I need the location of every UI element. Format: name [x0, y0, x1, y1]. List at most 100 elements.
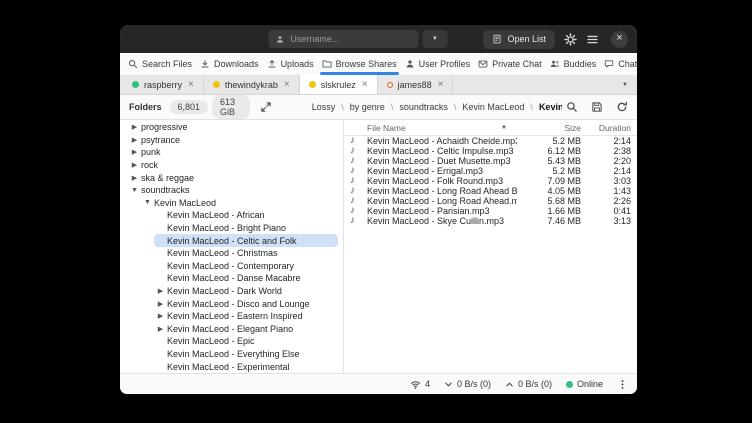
breadcrumb-item[interactable]: Kevin MacLeod	[462, 102, 524, 112]
file-row[interactable]: ♪Kevin MacLeod - Celtic Impulse.mp36.12 …	[344, 146, 637, 156]
tree-item-progressive[interactable]: ▶progressive	[120, 121, 343, 134]
file-row[interactable]: ♪Kevin MacLeod - Folk Round.mp37.09 MB3:…	[344, 176, 637, 186]
tree-item-kevin-macleod[interactable]: ▼Kevin MacLeod	[120, 197, 343, 210]
tab-downloads[interactable]: Downloads	[196, 53, 263, 75]
tree-row-body: ▶punk	[128, 146, 338, 159]
column-header-duration[interactable]: Duration	[581, 123, 631, 133]
buddies-icon	[550, 59, 560, 69]
user-tab-thewindykrab[interactable]: thewindykrab×	[204, 75, 300, 94]
user-tabbar: raspberry×thewindykrab×slskrulez×james88…	[120, 75, 637, 95]
person-icon	[405, 59, 415, 69]
tree-item-kevin-macleod-danse-macabre[interactable]: Kevin MacLeod - Danse Macabre	[120, 272, 343, 285]
tree-item-punk[interactable]: ▶punk	[120, 146, 343, 159]
file-row[interactable]: ♪Kevin MacLeod - Long Road Ahead.mp35.68…	[344, 196, 637, 206]
tree-item-kevin-macleod-african[interactable]: Kevin MacLeod - African	[120, 209, 343, 222]
tab-chat-rooms[interactable]: Chat Rooms	[600, 53, 637, 75]
file-row[interactable]: ♪Kevin MacLeod - Skye Cuillin.mp37.46 MB…	[344, 216, 637, 226]
tab-user-profiles[interactable]: User Profiles	[401, 53, 475, 75]
window-close-button[interactable]: ×	[611, 31, 628, 48]
tree-item-kevin-macleod-eastern-inspired[interactable]: ▶Kevin MacLeod - Eastern Inspired	[120, 310, 343, 323]
gear-icon[interactable]	[564, 33, 577, 46]
folder-label: Kevin MacLeod - Eastern Inspired	[167, 311, 303, 321]
tree-item-kevin-macleod-contemporary[interactable]: Kevin MacLeod - Contemporary	[120, 260, 343, 273]
folder-label: psytrance	[141, 135, 180, 145]
triangle-right-icon[interactable]: ▶	[128, 148, 141, 156]
tree-item-kevin-macleod-christmas[interactable]: Kevin MacLeod - Christmas	[120, 247, 343, 260]
connection-status[interactable]: Online	[566, 379, 603, 389]
tree-item-kevin-macleod-disco-and-lounge[interactable]: ▶Kevin MacLeod - Disco and Lounge	[120, 297, 343, 310]
tree-item-psytrance[interactable]: ▶psytrance	[120, 134, 343, 147]
user-tab-slskrulez[interactable]: slskrulez ×	[300, 75, 378, 94]
tab-browse-shares[interactable]: Browse Shares	[318, 53, 401, 75]
file-row[interactable]: ♪Kevin MacLeod - Duet Musette.mp35.43 MB…	[344, 156, 637, 166]
file-row[interactable]: ♪Kevin MacLeod - Parisian.mp31.66 MB0:41	[344, 206, 637, 216]
breadcrumb-item[interactable]: soundtracks	[399, 102, 448, 112]
triangle-right-icon[interactable]: ▶	[128, 174, 141, 182]
triangle-right-icon[interactable]: ▶	[154, 312, 167, 320]
breadcrumb-current[interactable]: Kevin MacLeod - Celtic and Folk▼	[539, 102, 562, 112]
triangle-down-icon[interactable]: ▼	[128, 187, 141, 194]
open-list-button[interactable]: Open List	[483, 30, 555, 49]
status-away-icon	[213, 81, 220, 88]
column-header-file-name[interactable]: File Name ▼	[350, 123, 517, 133]
tree-item-kevin-macleod-celtic-and-folk[interactable]: Kevin MacLeod - Celtic and Folk	[120, 234, 343, 247]
user-tab-label: slskrulez	[321, 80, 356, 90]
refresh-button[interactable]	[616, 101, 628, 113]
triangle-right-icon[interactable]: ▶	[128, 123, 141, 131]
hamburger-menu-icon[interactable]	[586, 33, 599, 46]
user-tab-raspberry[interactable]: raspberry×	[123, 75, 204, 94]
close-tab-icon[interactable]: ×	[438, 79, 444, 90]
close-tab-icon[interactable]: ×	[362, 79, 368, 90]
connections-indicator[interactable]: 4	[410, 379, 430, 390]
tree-item-kevin-macleod-bright-piano[interactable]: Kevin MacLeod - Bright Piano	[120, 222, 343, 235]
column-header-size[interactable]: Size	[517, 123, 581, 133]
tree-item-kevin-macleod-elegant-piano[interactable]: ▶Kevin MacLeod - Elegant Piano	[120, 323, 343, 336]
triangle-right-icon[interactable]: ▶	[154, 287, 167, 295]
username-dropdown-button[interactable]: ▼	[422, 30, 447, 48]
expand-view-button[interactable]	[260, 101, 272, 113]
upload-icon	[267, 59, 277, 69]
tree-item-kevin-macleod-epic[interactable]: Kevin MacLeod - Epic	[120, 335, 343, 348]
folder-label: rock	[141, 160, 158, 170]
save-list-button[interactable]	[591, 101, 603, 113]
tree-row-body: ▶progressive	[128, 121, 338, 134]
triangle-right-icon[interactable]: ▶	[128, 136, 141, 144]
username-input[interactable]: Username...	[268, 30, 418, 48]
close-tab-icon[interactable]: ×	[284, 79, 290, 90]
tree-item-rock[interactable]: ▶rock	[120, 159, 343, 172]
triangle-right-icon[interactable]: ▶	[128, 161, 141, 169]
tree-item-kevin-macleod-dark-world[interactable]: ▶Kevin MacLeod - Dark World	[120, 285, 343, 298]
triangle-right-icon[interactable]: ▶	[154, 325, 167, 333]
breadcrumb-item[interactable]: Lossy	[312, 102, 336, 112]
files-list: ♪Kevin MacLeod - Achaidh Cheide.mp35.2 M…	[344, 136, 637, 226]
folder-label: ska & reggae	[141, 173, 194, 183]
tree-item-kevin-macleod-everything-else[interactable]: Kevin MacLeod - Everything Else	[120, 348, 343, 361]
search-folder-button[interactable]	[566, 101, 578, 113]
statusbar-menu-icon[interactable]	[617, 379, 628, 390]
download-rate[interactable]: 0 B/s (0)	[444, 379, 491, 389]
triangle-down-icon[interactable]: ▼	[141, 199, 154, 206]
column-filter-caret-icon[interactable]: ▼	[501, 125, 517, 131]
file-row[interactable]: ♪Kevin MacLeod - Achaidh Cheide.mp35.2 M…	[344, 136, 637, 146]
upload-rate[interactable]: 0 B/s (0)	[505, 379, 552, 389]
tab-search-files[interactable]: Search Files	[124, 53, 196, 75]
file-duration: 3:03	[581, 176, 631, 186]
tree-item-kevin-macleod-experimental[interactable]: Kevin MacLeod - Experimental	[120, 360, 343, 373]
tab-buddies[interactable]: Buddies	[546, 53, 601, 75]
file-row[interactable]: ♪Kevin MacLeod - Long Road Ahead B.mp34.…	[344, 186, 637, 196]
user-tab-james88[interactable]: james88×	[378, 75, 454, 94]
download-arrow-icon	[444, 380, 453, 389]
triangle-right-icon[interactable]: ▶	[154, 300, 167, 308]
music-note-icon: ♪	[350, 216, 367, 226]
tab-uploads[interactable]: Uploads	[263, 53, 318, 75]
file-duration: 2:20	[581, 156, 631, 166]
close-tab-icon[interactable]: ×	[188, 79, 194, 90]
tab-private-chat[interactable]: Private Chat	[474, 53, 546, 75]
file-row[interactable]: ♪Kevin MacLeod - Errigal.mp35.2 MB2:14	[344, 166, 637, 176]
files-pane: File Name ▼ Size Duration ♪Kevin MacLeod…	[344, 120, 637, 373]
tab-label: Chat Rooms	[618, 59, 637, 69]
tab-overflow-button[interactable]: ▼	[613, 82, 637, 88]
breadcrumb-item[interactable]: by genre	[350, 102, 385, 112]
tree-item-soundtracks[interactable]: ▼soundtracks	[120, 184, 343, 197]
tree-item-ska-reggae[interactable]: ▶ska & reggae	[120, 171, 343, 184]
